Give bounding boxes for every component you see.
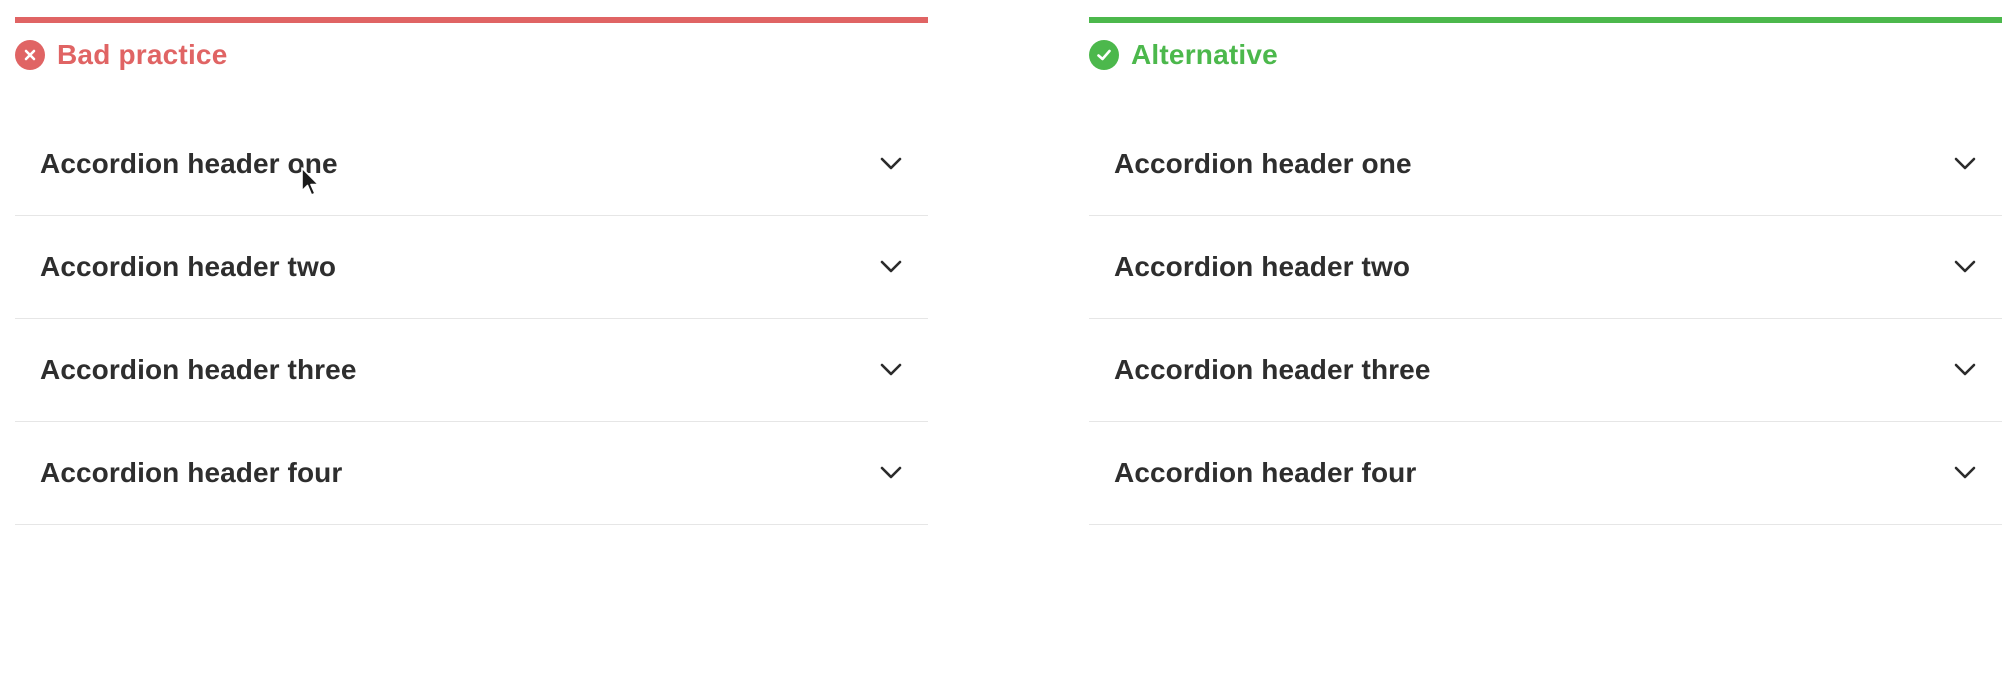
- accordion-header-four[interactable]: Accordion header four: [15, 422, 928, 525]
- alternative-header: Alternative: [1089, 39, 2002, 71]
- bad-practice-header: Bad practice: [15, 39, 928, 71]
- alternative-panel: Alternative Accordion header one Accordi…: [1089, 17, 2002, 525]
- accordion-header-label: Accordion header four: [1114, 457, 1417, 488]
- chevron-down-icon: [880, 363, 902, 376]
- alternative-top-bar: [1089, 17, 2002, 23]
- accordion-header-label: Accordion header two: [1114, 251, 1411, 282]
- chevron-down-icon: [880, 466, 902, 479]
- accordion-header-three[interactable]: Accordion header three: [1089, 319, 2002, 422]
- bad-practice-title: Bad practice: [57, 39, 228, 70]
- chevron-down-icon: [1954, 157, 1976, 170]
- alternative-title: Alternative: [1131, 39, 1278, 70]
- accordion-header-label: Accordion header one: [40, 148, 338, 179]
- accordion-header-four[interactable]: Accordion header four: [1089, 422, 2002, 525]
- chevron-down-icon: [1954, 363, 1976, 376]
- accordion-header-label: Accordion header three: [1114, 354, 1431, 385]
- accordion-header-three[interactable]: Accordion header three: [15, 319, 928, 422]
- alternative-accordion: Accordion header one Accordion header tw…: [1089, 113, 2002, 525]
- accordion-header-two[interactable]: Accordion header two: [15, 216, 928, 319]
- accordion-header-label: Accordion header two: [40, 251, 337, 282]
- accordion-header-one[interactable]: Accordion header one: [15, 113, 928, 216]
- chevron-down-icon: [880, 260, 902, 273]
- bad-practice-accordion: Accordion header one Accordion header tw…: [15, 113, 928, 525]
- chevron-down-icon: [1954, 466, 1976, 479]
- accordion-header-label: Accordion header one: [1114, 148, 1412, 179]
- accordion-header-label: Accordion header three: [40, 354, 357, 385]
- accordion-header-one[interactable]: Accordion header one: [1089, 113, 2002, 216]
- bad-practice-top-bar: [15, 17, 928, 23]
- x-circle-icon: [15, 40, 45, 70]
- accordion-header-label: Accordion header four: [40, 457, 343, 488]
- chevron-down-icon: [1954, 260, 1976, 273]
- check-circle-icon: [1089, 40, 1119, 70]
- bad-practice-panel: Bad practice Accordion header one Accord…: [15, 17, 928, 525]
- accordion-header-two[interactable]: Accordion header two: [1089, 216, 2002, 319]
- chevron-down-icon: [880, 157, 902, 170]
